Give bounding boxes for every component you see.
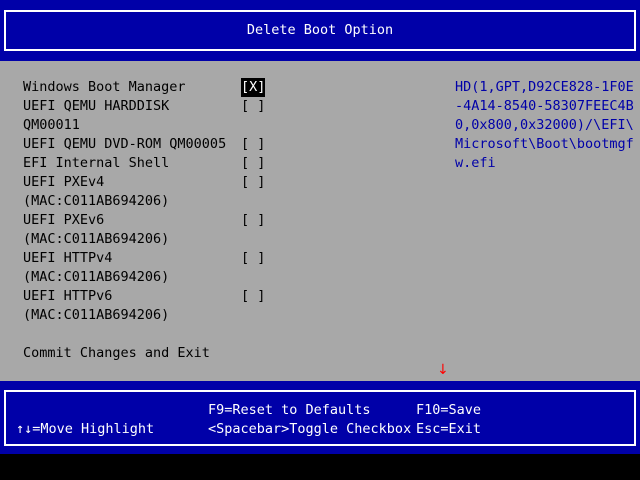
boot-option-label: (MAC:C011AB694206) bbox=[23, 307, 170, 323]
boot-option-uefi-pxev4[interactable]: UEFI PXEv4 [ ] bbox=[23, 173, 265, 192]
boot-option-windows-boot-manager[interactable]: Windows Boot Manager [X] bbox=[23, 78, 266, 97]
boot-option-continuation: (MAC:C011AB694206) bbox=[23, 230, 169, 249]
boot-option-uefi-qemu-dvd-rom[interactable]: UEFI QEMU DVD-ROM QM00005 [ ] bbox=[23, 135, 265, 154]
page-title: Delete Boot Option bbox=[246, 22, 394, 38]
boot-option-label: UEFI HTTPv6 bbox=[23, 288, 113, 304]
help-text-panel: HD(1,GPT,D92CE828-1F0E -4A14-8540-58307F… bbox=[455, 78, 635, 173]
scroll-down-arrow-icon: ↓ bbox=[437, 362, 449, 378]
key-help-band: ↑↓=Move Highlight F9=Reset to Defaults <… bbox=[0, 381, 640, 454]
key-hint-reset-defaults: F9=Reset to Defaults bbox=[208, 402, 371, 418]
boot-option-checkbox[interactable]: [X] bbox=[241, 78, 266, 97]
help-text-line: HD(1,GPT,D92CE828-1F0E bbox=[455, 79, 634, 95]
boot-option-continuation: (MAC:C011AB694206) bbox=[23, 306, 169, 325]
boot-option-continuation: (MAC:C011AB694206) bbox=[23, 192, 169, 211]
boot-option-uefi-pxev6[interactable]: UEFI PXEv6 [ ] bbox=[23, 211, 265, 230]
boot-option-checkbox[interactable]: [ ] bbox=[241, 154, 265, 173]
key-hint-toggle-checkbox: <Spacebar>Toggle Checkbox bbox=[208, 421, 412, 437]
boot-option-uefi-qemu-harddisk[interactable]: UEFI QEMU HARDDISK [ ] bbox=[23, 97, 265, 116]
help-text-line: w.efi bbox=[455, 155, 496, 171]
help-text-line: Microsoft\Boot\bootmgf bbox=[455, 136, 634, 152]
key-hint-move-highlight: ↑↓=Move Highlight bbox=[16, 421, 155, 437]
key-hint-exit: Esc=Exit bbox=[416, 421, 482, 437]
key-hint-save: F10=Save bbox=[416, 402, 482, 418]
boot-option-label: Windows Boot Manager bbox=[23, 79, 186, 95]
main-panel: Windows Boot Manager [X] UEFI QEMU HARDD… bbox=[0, 61, 640, 381]
boot-option-continuation: (MAC:C011AB694206) bbox=[23, 268, 169, 287]
boot-option-checkbox[interactable]: [ ] bbox=[241, 135, 265, 154]
commit-changes-and-exit-item[interactable]: Commit Changes and Exit bbox=[23, 344, 210, 363]
boot-option-checkbox[interactable]: [ ] bbox=[241, 97, 265, 116]
boot-option-uefi-httpv4[interactable]: UEFI HTTPv4 [ ] bbox=[23, 249, 265, 268]
boot-option-label: UEFI PXEv6 bbox=[23, 212, 105, 228]
title-band: Delete Boot Option bbox=[0, 0, 640, 61]
help-text-line: 0,0x800,0x32000)/\EFI\ bbox=[455, 117, 634, 133]
boot-option-label: (MAC:C011AB694206) bbox=[23, 193, 170, 209]
boot-option-label: (MAC:C011AB694206) bbox=[23, 231, 170, 247]
boot-option-label: UEFI HTTPv4 bbox=[23, 250, 113, 266]
boot-option-checkbox[interactable]: [ ] bbox=[241, 173, 265, 192]
boot-option-checkbox[interactable]: [ ] bbox=[241, 287, 265, 306]
boot-option-uefi-httpv6[interactable]: UEFI HTTPv6 [ ] bbox=[23, 287, 265, 306]
boot-option-label: UEFI QEMU HARDDISK bbox=[23, 98, 170, 114]
help-text-line: -4A14-8540-58307FEEC4B bbox=[455, 98, 634, 114]
boot-option-label: EFI Internal Shell bbox=[23, 155, 170, 171]
bios-screen: Delete Boot Option Windows Boot Manager … bbox=[0, 0, 640, 480]
boot-option-continuation: QM00011 bbox=[23, 116, 88, 135]
boot-option-label: QM00011 bbox=[23, 117, 80, 133]
boot-option-label: (MAC:C011AB694206) bbox=[23, 269, 170, 285]
boot-option-list: Windows Boot Manager [X] UEFI QEMU HARDD… bbox=[23, 78, 266, 325]
title-box: Delete Boot Option bbox=[4, 10, 636, 51]
boot-option-label: UEFI QEMU DVD-ROM QM00005 bbox=[23, 136, 227, 152]
boot-option-label: UEFI PXEv4 bbox=[23, 174, 105, 190]
boot-option-checkbox[interactable]: [ ] bbox=[241, 249, 265, 268]
boot-option-efi-internal-shell[interactable]: EFI Internal Shell [ ] bbox=[23, 154, 265, 173]
boot-option-checkbox[interactable]: [ ] bbox=[241, 211, 265, 230]
key-help-box: ↑↓=Move Highlight F9=Reset to Defaults <… bbox=[4, 390, 636, 446]
